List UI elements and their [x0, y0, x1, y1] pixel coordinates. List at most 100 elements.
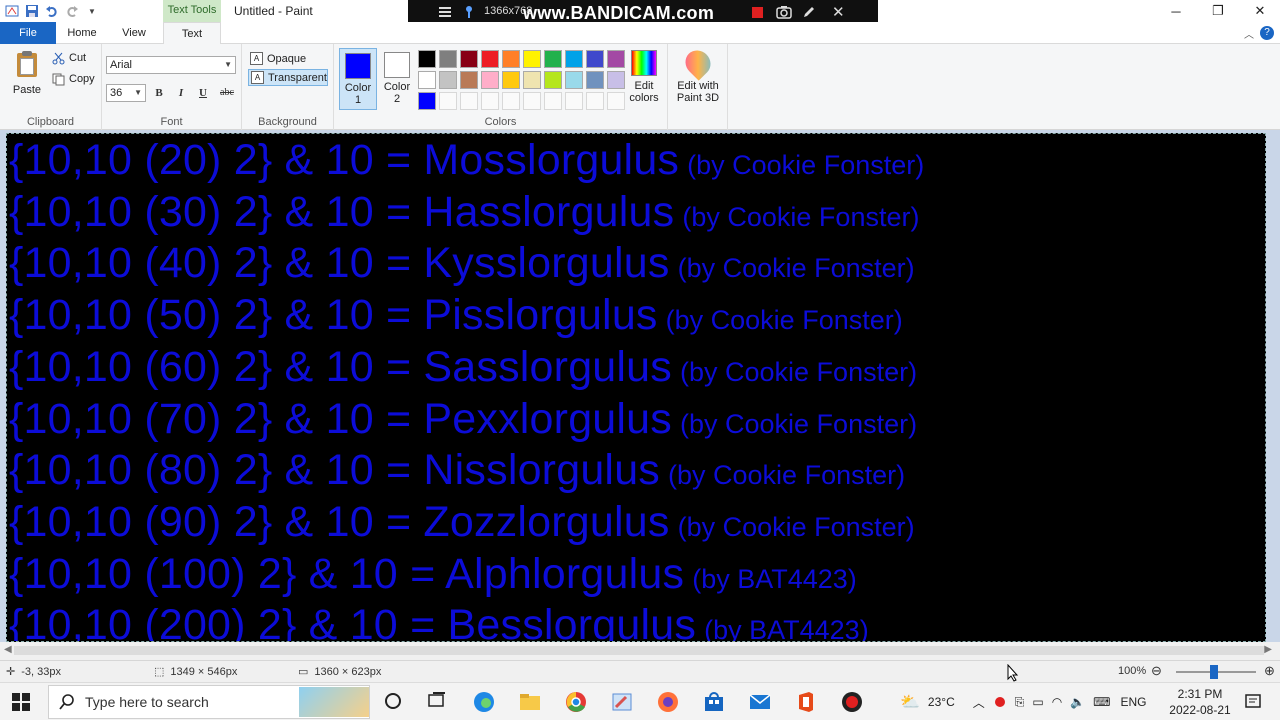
- tab-file[interactable]: File: [0, 22, 56, 44]
- palette-swatch[interactable]: [502, 92, 520, 110]
- palette-swatch[interactable]: [544, 92, 562, 110]
- help-icon[interactable]: ?: [1260, 26, 1274, 40]
- palette-swatch[interactable]: [607, 50, 625, 68]
- palette-swatch[interactable]: [544, 50, 562, 68]
- redo-icon[interactable]: [64, 3, 80, 19]
- cortana-icon[interactable]: [383, 691, 405, 713]
- windows-start-icon[interactable]: [12, 693, 30, 714]
- palette-swatch[interactable]: [460, 71, 478, 89]
- font-family-select[interactable]: Arial ▼: [106, 56, 236, 74]
- selection-size: ⬚ 1349 × 546px: [154, 665, 237, 679]
- zoom-out-icon[interactable]: ⊖: [1151, 663, 1162, 679]
- palette-swatch[interactable]: [439, 92, 457, 110]
- palette-swatch[interactable]: [460, 92, 478, 110]
- save-icon[interactable]: [24, 3, 40, 19]
- palette-swatch[interactable]: [523, 71, 541, 89]
- palette-swatch[interactable]: [481, 50, 499, 68]
- palette-swatch[interactable]: [565, 71, 583, 89]
- scroll-right-icon[interactable]: ▶: [1264, 644, 1272, 655]
- edge-icon[interactable]: [473, 691, 495, 713]
- tab-view[interactable]: View: [112, 22, 156, 44]
- bandicam-close-icon[interactable]: ✕: [832, 3, 845, 21]
- bold-button[interactable]: B: [150, 85, 168, 101]
- bandicam-record-icon[interactable]: [752, 7, 763, 18]
- volume-icon[interactable]: 🔈: [1070, 695, 1085, 709]
- palette-swatch[interactable]: [481, 92, 499, 110]
- bandicam-pen-icon[interactable]: [802, 5, 816, 22]
- palette-swatch[interactable]: [607, 92, 625, 110]
- palette-swatch[interactable]: [418, 50, 436, 68]
- minimize-button[interactable]: ─: [1154, 0, 1198, 22]
- store-icon[interactable]: [703, 691, 725, 713]
- maximize-button[interactable]: ❐: [1196, 0, 1240, 22]
- notifications-icon[interactable]: [1244, 693, 1266, 715]
- usb-icon[interactable]: ⎘: [1015, 695, 1025, 710]
- bandicam-taskbar-icon[interactable]: [841, 691, 863, 713]
- show-hidden-icons-icon[interactable]: ︿: [973, 694, 985, 711]
- cut-button[interactable]: Cut: [52, 49, 86, 67]
- palette-swatch[interactable]: [565, 92, 583, 110]
- weather-icon[interactable]: ⛅: [900, 692, 920, 712]
- horizontal-scrollbar[interactable]: ◀ ▶: [0, 642, 1280, 660]
- task-view-icon[interactable]: [427, 691, 449, 713]
- wifi-icon[interactable]: ◠: [1052, 695, 1062, 709]
- file-explorer-icon[interactable]: [519, 691, 541, 713]
- italic-button[interactable]: I: [172, 85, 190, 101]
- tab-text[interactable]: Text: [163, 22, 221, 45]
- color2-button[interactable]: Color 2: [378, 48, 416, 110]
- palette-swatch[interactable]: [439, 50, 457, 68]
- customize-toolbar-icon[interactable]: ▼: [84, 3, 100, 19]
- palette-swatch[interactable]: [418, 92, 436, 110]
- palette-swatch[interactable]: [418, 71, 436, 89]
- zoom-slider-thumb[interactable]: [1210, 665, 1218, 679]
- palette-swatch[interactable]: [586, 50, 604, 68]
- palette-swatch[interactable]: [523, 92, 541, 110]
- zoom-in-icon[interactable]: ⊕: [1264, 663, 1275, 679]
- copy-button[interactable]: Copy: [52, 70, 95, 88]
- scrollbar-thumb[interactable]: [14, 646, 1264, 655]
- taskbar-clock[interactable]: 2:31 PM 2022-08-21: [1168, 686, 1232, 718]
- color1-button[interactable]: Color 1: [339, 48, 377, 110]
- mail-icon[interactable]: [749, 691, 771, 713]
- palette-swatch[interactable]: [544, 71, 562, 89]
- tab-home[interactable]: Home: [60, 22, 104, 44]
- underline-button[interactable]: U: [194, 85, 212, 101]
- edit-colors-button[interactable]: Edit colors: [626, 50, 662, 104]
- temperature[interactable]: 23°C: [928, 695, 955, 709]
- language-indicator[interactable]: ENG: [1120, 695, 1146, 709]
- strikethrough-button[interactable]: abc: [216, 85, 238, 101]
- keyboard-icon[interactable]: ⌨: [1093, 695, 1110, 709]
- palette-swatch[interactable]: [523, 50, 541, 68]
- battery-icon[interactable]: ▭: [1032, 695, 1043, 709]
- transparent-option[interactable]: A Transparent: [248, 69, 328, 86]
- opaque-option[interactable]: A Opaque: [248, 50, 328, 67]
- close-button[interactable]: ✕: [1238, 0, 1280, 22]
- bandicam-menu-icon[interactable]: [438, 5, 452, 22]
- palette-swatch[interactable]: [481, 71, 499, 89]
- bandicam-camera-icon[interactable]: [776, 5, 792, 22]
- taskbar-search-box[interactable]: Type here to search: [48, 685, 370, 719]
- office-icon[interactable]: [795, 691, 817, 713]
- search-placeholder: Type here to search: [85, 694, 209, 710]
- paste-button[interactable]: Paste: [10, 50, 44, 96]
- palette-swatch[interactable]: [460, 50, 478, 68]
- palette-swatch[interactable]: [439, 71, 457, 89]
- drawing-canvas[interactable]: {10,10 (20) 2} & 10 = Mosslorgulus (by Co…: [6, 133, 1266, 642]
- font-size-select[interactable]: 36 ▼: [106, 84, 146, 102]
- collapse-ribbon-icon[interactable]: ︿: [1244, 26, 1254, 41]
- record-tray-icon[interactable]: [994, 697, 1005, 707]
- chrome-icon[interactable]: [565, 691, 587, 713]
- palette-swatch[interactable]: [586, 71, 604, 89]
- palette-swatch[interactable]: [607, 71, 625, 89]
- palette-swatch[interactable]: [502, 71, 520, 89]
- bandicam-pin-icon[interactable]: [463, 5, 475, 22]
- firefox-icon[interactable]: [657, 691, 679, 713]
- palette-swatch[interactable]: [586, 92, 604, 110]
- edit-with-paint3d-button[interactable]: Edit with Paint 3D: [672, 45, 724, 104]
- paint-taskbar-icon[interactable]: [611, 691, 633, 713]
- undo-icon[interactable]: [44, 3, 60, 19]
- palette-swatch[interactable]: [565, 50, 583, 68]
- canvas-text-main: {10,10 (90) 2} & 10 = Zozzlorgulus: [9, 497, 670, 546]
- palette-swatch[interactable]: [502, 50, 520, 68]
- scroll-left-icon[interactable]: ◀: [4, 644, 12, 655]
